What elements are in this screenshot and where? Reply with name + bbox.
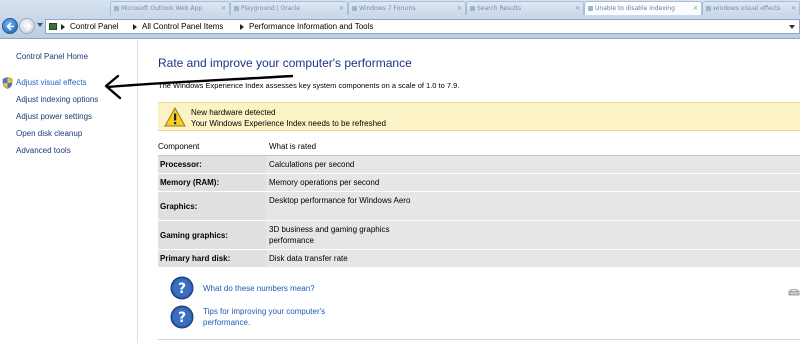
back-button[interactable] bbox=[2, 18, 18, 34]
column-header-what-is-rated: What is rated bbox=[269, 142, 317, 151]
svg-text:?: ? bbox=[178, 281, 186, 297]
browser-tab[interactable]: windows visual effects ✕ bbox=[702, 1, 800, 15]
address-bar[interactable]: Control Panel All Control Panel Items Pe… bbox=[45, 19, 800, 34]
divider bbox=[158, 339, 800, 340]
arrow-right-icon bbox=[24, 22, 32, 31]
browser-tab[interactable]: Playground | Oracle ✕ bbox=[230, 1, 348, 15]
table-row: Graphics: Desktop performance for Window… bbox=[158, 192, 800, 221]
component-label: Gaming graphics: bbox=[160, 231, 229, 240]
arrow-left-icon bbox=[6, 22, 14, 31]
forward-button[interactable] bbox=[19, 18, 35, 34]
recent-pages-chevron-icon[interactable] bbox=[37, 23, 43, 27]
sidebar-item-adjust-indexing-options[interactable]: Adjust indexing options bbox=[16, 95, 98, 104]
tab-close-icon[interactable]: ✕ bbox=[339, 5, 344, 12]
what-do-numbers-mean-link[interactable]: What do these numbers mean? bbox=[203, 283, 315, 294]
notice-heading: New hardware detected bbox=[191, 108, 276, 117]
tab-close-icon[interactable]: ✕ bbox=[457, 5, 462, 12]
column-header-component: Component bbox=[158, 142, 200, 151]
sidebar-item-adjust-visual-effects[interactable]: Adjust visual effects bbox=[16, 78, 87, 87]
table-header: Component What is rated bbox=[158, 137, 800, 156]
address-dropdown-icon[interactable] bbox=[789, 25, 795, 29]
sidebar-item-control-panel-home[interactable]: Control Panel Home bbox=[16, 52, 88, 61]
help-icon[interactable]: ? bbox=[170, 305, 194, 329]
component-label: Memory (RAM): bbox=[160, 178, 220, 187]
breadcrumb-all-items[interactable]: All Control Panel Items bbox=[142, 20, 223, 33]
svg-text:?: ? bbox=[178, 310, 186, 326]
component-label: Graphics: bbox=[160, 202, 198, 211]
breadcrumb-performance[interactable]: Performance Information and Tools bbox=[249, 20, 373, 33]
tab-close-icon[interactable]: ✕ bbox=[791, 5, 796, 12]
rated-description: Calculations per second bbox=[269, 160, 355, 169]
component-label: Processor: bbox=[160, 160, 202, 169]
rated-description: Desktop performance for Windows Aero bbox=[269, 196, 411, 205]
browser-tab[interactable]: Search Results ✕ bbox=[466, 1, 584, 15]
tab-close-icon[interactable]: ✕ bbox=[575, 5, 580, 12]
tips-improving-performance-link[interactable]: Tips for improving your computer's perfo… bbox=[203, 306, 353, 328]
breadcrumb-chevron-icon[interactable] bbox=[61, 24, 65, 30]
browser-tab-strip: Microsoft Outlook Web App ✕ Playground | … bbox=[110, 0, 800, 15]
tab-favicon-icon bbox=[588, 6, 593, 11]
rated-description: Memory operations per second bbox=[269, 178, 380, 187]
notice-message: Your Windows Experience Index needs to b… bbox=[191, 119, 386, 128]
tab-favicon-icon bbox=[352, 6, 357, 11]
tab-favicon-icon bbox=[114, 6, 119, 11]
breadcrumb-chevron-icon[interactable] bbox=[240, 24, 244, 30]
component-label: Primary hard disk: bbox=[160, 254, 231, 263]
tab-favicon-icon bbox=[706, 6, 711, 11]
browser-tab[interactable]: Microsoft Outlook Web App ✕ bbox=[110, 1, 230, 15]
breadcrumb-control-panel[interactable]: Control Panel bbox=[70, 20, 118, 33]
sidebar-item-advanced-tools[interactable]: Advanced tools bbox=[16, 146, 71, 155]
experience-index-table: Component What is rated Processor: Calcu… bbox=[158, 137, 800, 268]
sidebar-item-adjust-power-settings[interactable]: Adjust power settings bbox=[16, 112, 92, 121]
tab-close-icon[interactable]: ✕ bbox=[221, 5, 226, 12]
rated-description: Disk data transfer rate bbox=[269, 254, 348, 263]
rated-description: 3D business and gaming graphics performa… bbox=[269, 225, 390, 245]
tab-close-icon[interactable]: ✕ bbox=[693, 5, 698, 12]
breadcrumb-chevron-icon[interactable] bbox=[133, 24, 137, 30]
tab-favicon-icon bbox=[470, 6, 475, 11]
page-title: Rate and improve your computer's perform… bbox=[158, 56, 412, 70]
annotation-arrow-icon bbox=[104, 74, 294, 100]
tab-favicon-icon bbox=[234, 6, 239, 11]
table-row: Memory (RAM): Memory operations per seco… bbox=[158, 174, 800, 192]
table-row: Primary hard disk: Disk data transfer ra… bbox=[158, 250, 800, 268]
browser-tab-active[interactable]: Unable to disable indexing ✕ bbox=[584, 1, 702, 15]
warning-icon bbox=[164, 107, 186, 127]
sidebar-item-open-disk-cleanup[interactable]: Open disk cleanup bbox=[16, 129, 82, 138]
table-row: Processor: Calculations per second bbox=[158, 156, 800, 174]
new-hardware-notice: New hardware detected Your Windows Exper… bbox=[158, 102, 800, 131]
shield-icon bbox=[2, 77, 13, 89]
control-panel-icon bbox=[49, 23, 57, 30]
address-toolbar: Microsoft Outlook Web App ✕ Playground | … bbox=[0, 0, 800, 39]
help-icon[interactable]: ? bbox=[170, 276, 194, 300]
table-row: Gaming graphics: 3D business and gaming … bbox=[158, 221, 800, 250]
browser-tab[interactable]: Windows 7 Forums ✕ bbox=[348, 1, 466, 15]
printer-icon[interactable] bbox=[788, 289, 800, 297]
